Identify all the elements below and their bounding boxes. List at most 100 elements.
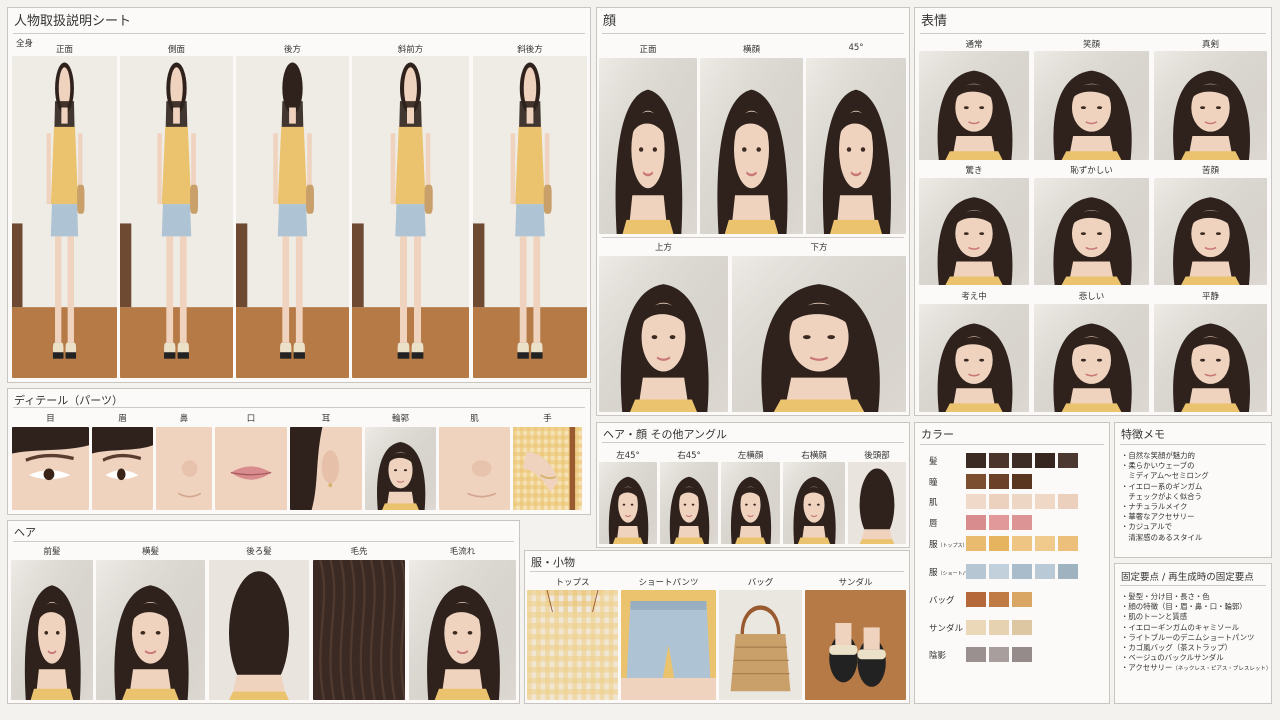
fixed-points-title: 固定要点 / 再生成時の固定要点 xyxy=(1121,572,1254,583)
hair-label: 前髪 xyxy=(43,547,61,557)
features-line: ・カジュアルで xyxy=(1121,522,1172,532)
color-label-text: サンダル xyxy=(929,624,964,634)
face-label: 下方 xyxy=(810,243,828,253)
color-label: 服（トップス） xyxy=(929,538,968,550)
detail-photo xyxy=(156,427,212,510)
face-photo xyxy=(599,58,697,234)
features-title: 特徴メモ xyxy=(1121,428,1165,441)
color-swatch xyxy=(1035,564,1055,579)
fixed-point-main: ・アクセサリー xyxy=(1121,663,1173,673)
photo-graphic xyxy=(1034,304,1149,412)
photo-graphic xyxy=(96,560,205,700)
photo-graphic xyxy=(721,462,780,544)
color-swatch xyxy=(1012,515,1032,530)
expression-label: 考え中 xyxy=(961,292,987,302)
detail-photo xyxy=(513,427,582,510)
color-swatch xyxy=(989,620,1009,635)
photo-graphic xyxy=(919,304,1029,412)
color-swatch xyxy=(1012,647,1032,662)
angle-photo xyxy=(848,462,906,544)
face-photo xyxy=(700,58,803,234)
color-swatch xyxy=(1012,592,1032,607)
angle-photo xyxy=(783,462,845,544)
detail-photo xyxy=(12,427,89,510)
color-label: バッグ xyxy=(929,594,955,606)
color-swatch xyxy=(1058,564,1078,579)
face-label: 正面 xyxy=(639,45,657,55)
hair-label: 毛流れ xyxy=(449,547,476,557)
photo-graphic xyxy=(215,427,287,510)
detail-label: 口 xyxy=(246,414,256,424)
fixed-point-line: ・顔の特徴（目・眉・鼻・口・輪郭） xyxy=(1121,602,1247,612)
detail-label: 手 xyxy=(543,414,552,424)
expression-label: 悲しい xyxy=(1078,292,1105,302)
photo-graphic xyxy=(473,56,587,378)
full-body-label: 後方 xyxy=(283,45,301,55)
features-line: ・ナチュラルメイク xyxy=(1121,502,1188,512)
color-swatch xyxy=(1058,536,1078,551)
color-label-text: 肌 xyxy=(929,498,938,508)
angle-photo xyxy=(721,462,780,544)
angle-photo xyxy=(599,462,657,544)
detail-photo xyxy=(439,427,510,510)
angle-label: 右45° xyxy=(677,451,701,461)
full-body-label: 斜後方 xyxy=(517,45,543,55)
divider xyxy=(920,33,1266,34)
photo-graphic xyxy=(806,58,906,234)
color-swatch xyxy=(1012,564,1032,579)
photo-graphic xyxy=(209,560,309,700)
clothes-photo xyxy=(719,590,802,700)
divider xyxy=(920,444,1104,445)
fixed-point-line: ・ライトブルーのデニムショートパンツ xyxy=(1121,632,1255,642)
color-label-note: （トップス） xyxy=(937,543,968,549)
photo-graphic xyxy=(848,462,906,544)
divider xyxy=(602,33,904,34)
color-label-text: 髪 xyxy=(929,457,938,467)
color-swatch xyxy=(1058,453,1078,468)
divider xyxy=(13,407,585,408)
angle-label: 左45° xyxy=(616,451,640,461)
color-panel: カラー 髪瞳肌唇服（トップス） 服（ショートパンツ） バッグ サンダル 陰影 xyxy=(914,422,1110,704)
fixed-points-list: ・髪型・分け目・長さ・色 ・顔の特徴（目・眉・鼻・口・輪郭） ・肌のトーンと質感… xyxy=(1121,592,1271,675)
clothes-label: バッグ xyxy=(747,578,774,588)
detail-panel: ディテール（パーツ） 目 眉 鼻 口 耳 輪郭 肌 手 xyxy=(7,388,591,515)
color-swatch xyxy=(1012,494,1032,509)
clothes-label: トップス xyxy=(555,578,590,588)
color-label: 陰影 xyxy=(929,649,946,661)
expression-photo xyxy=(1154,178,1267,285)
expression-label: 通常 xyxy=(965,40,983,50)
photo-graphic xyxy=(11,560,93,700)
full-body-photo xyxy=(236,56,349,378)
clothes-title: 服・小物 xyxy=(531,556,575,569)
photo-graphic xyxy=(290,427,362,510)
photo-graphic xyxy=(527,590,618,700)
hair-photo xyxy=(11,560,93,700)
features-list: ・自然な笑顔が魅力的 ・柔らかいウェーブの ミディアム〜セミロング ・イエロー系… xyxy=(1121,451,1267,543)
expression-label: 笑顔 xyxy=(1082,40,1100,50)
fixed-point-line: ・カゴ風バッグ（茶ストラップ） xyxy=(1121,643,1232,653)
fixed-points-panel: 固定要点 / 再生成時の固定要点 ・髪型・分け目・長さ・色 ・顔の特徴（目・眉・… xyxy=(1114,563,1272,704)
detail-label: 耳 xyxy=(321,414,331,424)
color-swatch xyxy=(966,536,986,551)
features-line: 清潔感のあるスタイル xyxy=(1121,532,1203,542)
divider xyxy=(602,442,904,443)
color-label-text: 唇 xyxy=(929,519,938,529)
face-label: 上方 xyxy=(654,243,672,253)
photo-graphic xyxy=(919,178,1029,285)
color-swatch xyxy=(989,536,1009,551)
photo-graphic xyxy=(439,427,510,510)
expression-label: 驚き xyxy=(965,166,983,176)
color-label: 肌 xyxy=(929,496,938,508)
photo-graphic xyxy=(513,427,582,510)
color-label-text: 陰影 xyxy=(929,651,947,661)
color-swatch xyxy=(966,620,986,635)
expression-photo xyxy=(1154,51,1267,160)
fixed-point-line: ・肌のトーンと質感 xyxy=(1121,612,1188,622)
color-label: 瞳 xyxy=(929,476,938,488)
divider xyxy=(13,33,585,34)
expression-photo xyxy=(1154,304,1267,412)
color-label-text: 服 xyxy=(929,568,938,578)
expression-photo xyxy=(919,178,1029,285)
fixed-point-line: ・アクセサリー（ネックレス・ピアス・ブレスレット） xyxy=(1121,663,1271,674)
color-swatch xyxy=(1012,474,1032,489)
